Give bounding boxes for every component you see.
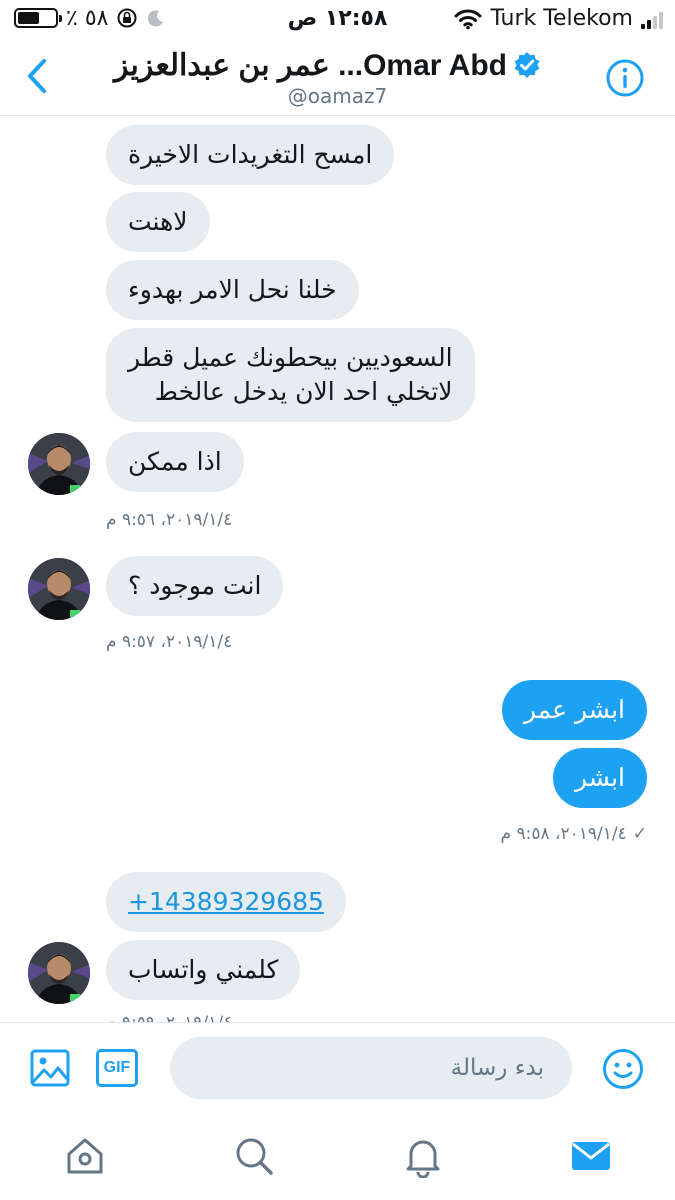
status-bar: ٪ ٥٨ ١٢:٥٨ ص Turk Telekom: [0, 0, 675, 38]
message-line: السعوديين بيحطونك عميل قطر: [128, 343, 453, 372]
message-line: لاتخلي احد الان يدخل عالخط: [154, 377, 453, 406]
verified-badge-icon: [514, 52, 540, 78]
signal-icon: [641, 9, 663, 29]
message-bubble[interactable]: لاهنت: [106, 192, 210, 252]
status-right: Turk Telekom: [454, 6, 663, 31]
message-timestamp: ٢٠١٩/١/٤، ٩:٥٧ م: [106, 632, 233, 652]
carrier-name: Turk Telekom: [490, 6, 633, 31]
message-list[interactable]: امسح التغريدات الاخيرة لاهنت خلنا نحل ال…: [0, 117, 675, 1022]
wifi-icon: [454, 9, 482, 29]
avatar-photo: [28, 558, 90, 620]
tab-bar: [0, 1112, 675, 1200]
notifications-icon[interactable]: [401, 1134, 445, 1178]
conversation-header: عمر بن عبدالعزيز ...Omar Abd @oamaz7: [0, 38, 675, 116]
avatar[interactable]: [28, 558, 90, 620]
contact-name: عمر بن عبدالعزيز ...Omar Abd: [113, 49, 507, 82]
home-icon[interactable]: [63, 1134, 107, 1178]
conversation-title[interactable]: عمر بن عبدالعزيز ...Omar Abd: [70, 48, 585, 83]
avatar[interactable]: [28, 942, 90, 1004]
avatar-photo: [28, 433, 90, 495]
message-bubble[interactable]: السعوديين بيحطونك عميل قطر لاتخلي احد ال…: [106, 328, 475, 422]
gif-button[interactable]: GIF: [96, 1049, 138, 1087]
contact-handle: @oamaz7: [287, 84, 388, 108]
avatar-photo: [28, 942, 90, 1004]
message-composer: GIF: [0, 1022, 675, 1112]
messages-icon[interactable]: [569, 1134, 613, 1178]
message-bubble[interactable]: امسح التغريدات الاخيرة: [106, 125, 395, 185]
message-timestamp: ✓٢٠١٩/١/٤، ٩:٥٨ م: [501, 824, 647, 844]
info-icon[interactable]: [605, 58, 645, 98]
message-bubble-outgoing[interactable]: ابشر: [553, 748, 647, 808]
message-bubble-outgoing[interactable]: ابشر عمر: [501, 680, 647, 740]
avatar[interactable]: [28, 433, 90, 495]
message-timestamp: ٢٠١٩/١/٤، ٩:٥٩ م: [106, 1013, 232, 1022]
read-check-icon: ✓: [632, 824, 647, 844]
message-bubble[interactable]: كلمني واتساب: [106, 940, 301, 1000]
message-bubble[interactable]: خلنا نحل الامر بهدوء: [106, 260, 359, 320]
phone-link[interactable]: +14389329685: [106, 872, 346, 932]
emoji-icon[interactable]: [602, 1048, 644, 1090]
image-icon[interactable]: [30, 1049, 70, 1087]
message-input[interactable]: [170, 1037, 572, 1099]
gif-label: GIF: [103, 1059, 131, 1076]
search-icon[interactable]: [232, 1134, 276, 1178]
message-bubble[interactable]: اذا ممكن: [106, 432, 244, 492]
message-timestamp: ٢٠١٩/١/٤، ٩:٥٦ م: [106, 510, 233, 530]
message-bubble[interactable]: انت موجود ؟: [106, 556, 284, 616]
timestamp-text: ٢٠١٩/١/٤، ٩:٥٨ م: [500, 824, 627, 844]
